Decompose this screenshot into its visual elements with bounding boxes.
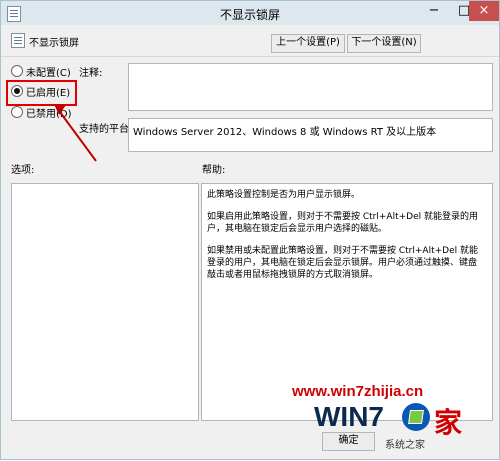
watermark-small-text: 系统之家 [385, 440, 425, 451]
windows-logo-icon [402, 403, 430, 431]
watermark-brand-character: 家 [434, 406, 463, 439]
watermark-brand: WIN7 [314, 401, 384, 432]
watermark-url: www.win7zhijia.cn [292, 383, 424, 400]
dialog-window: 不显示锁屏 − □ × 不显示锁屏 上一个设置(P) 下一个设置(N) 未配置(… [0, 0, 500, 460]
site-watermark: www.win7zhijia.cn WIN7 家 系统之家 [292, 383, 497, 451]
